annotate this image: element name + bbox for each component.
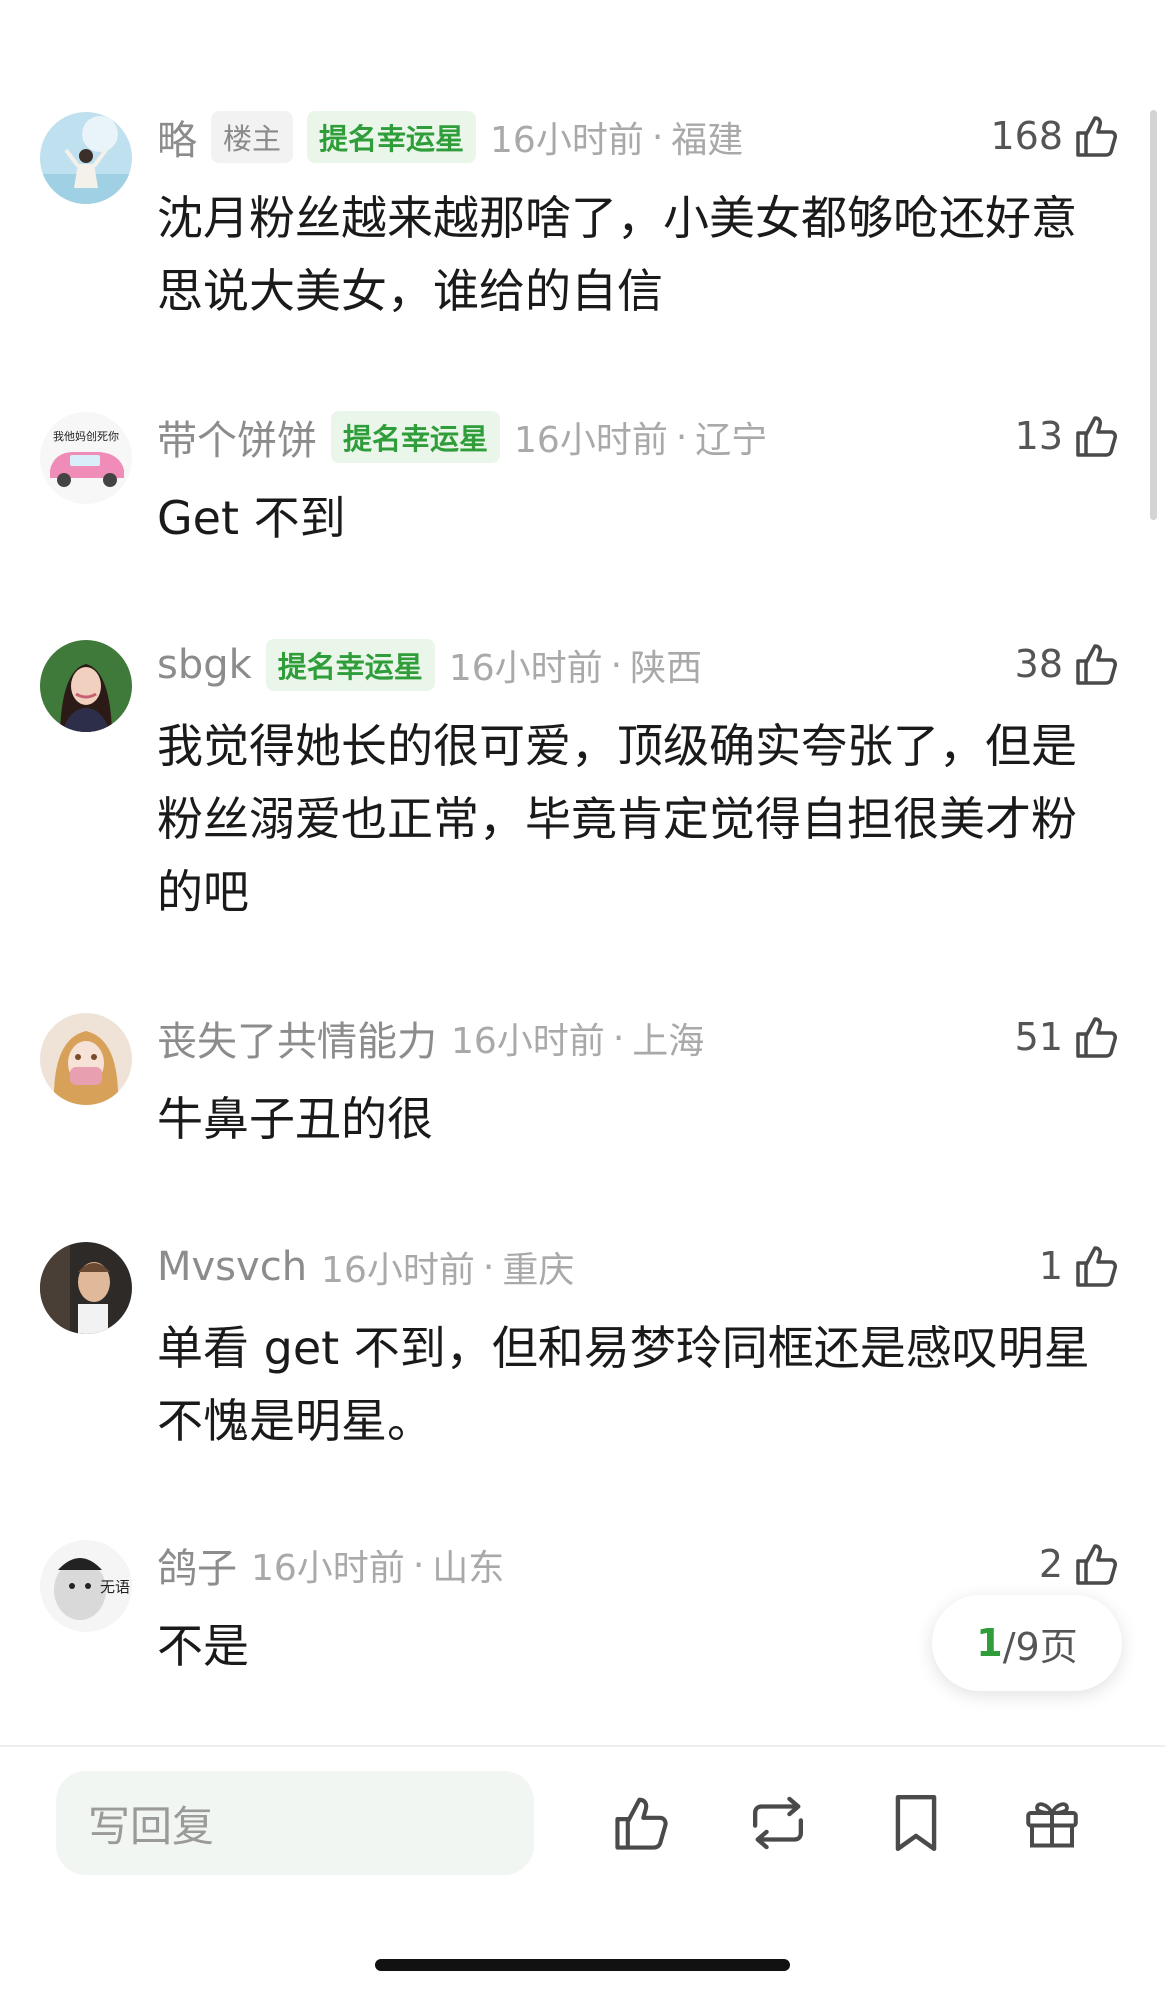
avatar[interactable]: 我他妈创死你 (40, 412, 132, 504)
owner-badge: 楼主 (211, 111, 294, 163)
like-count: 168 (990, 114, 1063, 158)
username[interactable]: 带个饼饼 (157, 408, 317, 466)
username[interactable]: 丧失了共情能力 (157, 1009, 437, 1067)
avatar-caption: 我他妈创死你 (53, 429, 119, 443)
gift-button[interactable] (1014, 1785, 1090, 1861)
separator-dot: · (651, 116, 664, 158)
like-count: 1 (1038, 1244, 1063, 1288)
timestamp: 16小时前 (451, 1021, 605, 1062)
bookmark-button[interactable] (878, 1785, 954, 1861)
avatar[interactable] (40, 1242, 132, 1334)
separator-dot: · (612, 1017, 625, 1059)
comment-text[interactable]: 牛鼻子丑的很 (157, 1083, 1097, 1156)
username[interactable]: 鸽子 (157, 1536, 237, 1594)
avatar[interactable] (40, 640, 132, 732)
scrollbar[interactable] (1150, 110, 1157, 520)
repost-icon (752, 1796, 804, 1850)
like-count: 38 (1014, 642, 1063, 686)
thumbs-up-icon (1076, 416, 1117, 457)
bottom-action-bar: 写回复 (0, 1745, 1165, 1997)
timestamp: 16小时前 (251, 1548, 405, 1589)
username[interactable]: 略 (157, 108, 197, 166)
avatar[interactable] (40, 1013, 132, 1105)
like-post-button[interactable] (604, 1785, 680, 1861)
comment-text[interactable]: 单看 get 不到，但和易梦玲同框还是感叹明星不愧是明星。 (157, 1312, 1097, 1458)
comment-text[interactable]: Get 不到 (157, 482, 1097, 555)
thumbs-up-icon (1076, 1544, 1117, 1585)
separator-dot: · (675, 416, 688, 458)
username[interactable]: sbgk (157, 642, 252, 688)
separator-dot: · (610, 644, 623, 686)
like-count: 51 (1014, 1015, 1063, 1059)
like-button[interactable]: 38 (1015, 636, 1121, 692)
lucky-star-badge: 提名幸运星 (307, 111, 477, 163)
like-count: 2 (1038, 1542, 1063, 1586)
timestamp: 16小时前 (448, 648, 603, 689)
lucky-star-badge: 提名幸运星 (265, 639, 435, 691)
bookmark-icon (895, 1794, 937, 1852)
like-button[interactable]: 2 (1039, 1536, 1121, 1592)
ip-region: 重庆 (502, 1250, 575, 1291)
ip-region: 山东 (432, 1548, 505, 1589)
pagination-indicator[interactable]: 1 /9页 (932, 1595, 1122, 1691)
ip-region: 上海 (632, 1021, 705, 1062)
ip-region: 福建 (671, 120, 744, 161)
avatar-caption: 无语 (100, 1578, 130, 1596)
comment-text[interactable]: 我觉得她长的很可爱，顶级确实夸张了，但是粉丝溺爱也正常，毕竟肯定觉得自担很美才粉… (157, 710, 1097, 929)
timestamp: 16小时前 (514, 420, 668, 461)
comment-text[interactable]: 沈月粉丝越来越那啥了，小美女都够呛还好意思说大美女，谁给的自信 (157, 182, 1097, 328)
gift-icon (1026, 1802, 1078, 1848)
ip-region: 陕西 (630, 648, 703, 689)
like-button[interactable]: 168 (990, 108, 1121, 164)
separator-dot: · (412, 1544, 425, 1586)
like-button[interactable]: 51 (1015, 1009, 1121, 1065)
avatar[interactable] (40, 112, 132, 204)
thumbs-up-icon (1076, 1017, 1117, 1058)
lucky-star-badge: 提名幸运星 (331, 411, 501, 463)
thumbs-up-icon (1076, 1246, 1117, 1287)
previous-comment-fragment: · · · (0, 0, 1165, 40)
ip-region: 辽宁 (695, 420, 768, 461)
reply-placeholder: 写回复 (88, 1801, 215, 1851)
avatar[interactable]: 无语 (40, 1540, 132, 1632)
like-count: 13 (1014, 414, 1063, 458)
home-indicator[interactable] (375, 1959, 790, 1971)
repost-button[interactable] (740, 1785, 816, 1861)
total-pages: /9页 (1002, 1624, 1078, 1669)
like-button[interactable]: 1 (1039, 1238, 1121, 1294)
timestamp: 16小时前 (490, 120, 644, 161)
reply-input[interactable]: 写回复 (56, 1771, 534, 1875)
separator-dot: · (482, 1246, 495, 1288)
like-button[interactable]: 13 (1015, 408, 1121, 464)
current-page: 1 (976, 1621, 1003, 1665)
timestamp: 16小时前 (321, 1250, 475, 1291)
thumbs-up-icon (1076, 644, 1117, 685)
thumbs-up-icon (1076, 116, 1117, 157)
username[interactable]: Mvsvch (157, 1244, 307, 1290)
thumbs-up-icon (615, 1797, 668, 1850)
